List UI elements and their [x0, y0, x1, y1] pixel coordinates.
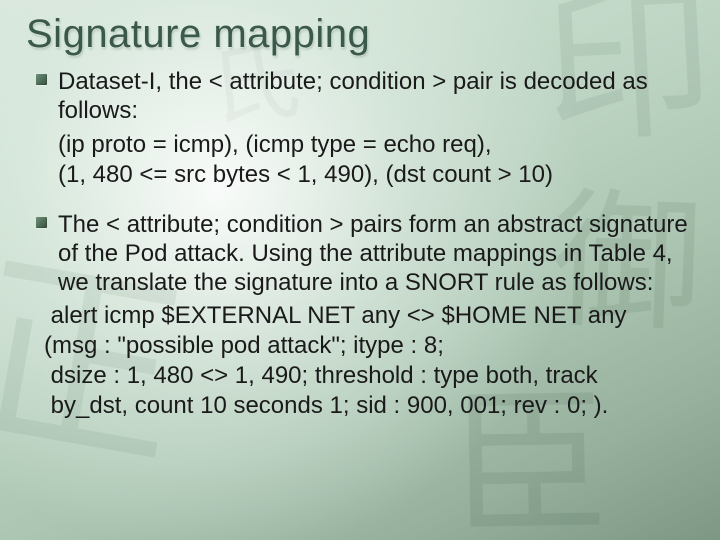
slide: 印 御 臣 正 氏 Signature mapping Dataset-I, t…: [0, 0, 720, 540]
bullet-item: The < attribute; condition > pairs form …: [34, 210, 694, 298]
spacer: [34, 190, 694, 210]
bullet-detail: alert icmp $EXTERNAL NET any <> $HOME NE…: [34, 301, 694, 421]
bullet-list: Dataset-I, the < attribute; condition > …: [26, 67, 694, 421]
slide-title: Signature mapping: [26, 12, 694, 57]
slide-content: Signature mapping Dataset-I, the < attri…: [0, 0, 720, 421]
bullet-detail: (ip proto = icmp), (icmp type = echo req…: [34, 130, 694, 190]
bullet-item: Dataset-I, the < attribute; condition > …: [34, 67, 694, 126]
bullet-lead: The < attribute; condition > pairs form …: [58, 210, 694, 298]
bullet-lead: Dataset-I, the < attribute; condition > …: [58, 67, 694, 126]
